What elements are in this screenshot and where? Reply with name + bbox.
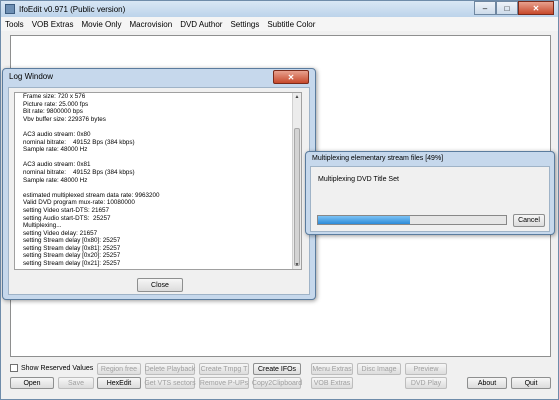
progress-dialog: Multiplexing elementary stream files [49… <box>305 151 555 235</box>
log-line: nominal bitrate: 49152 Bps (384 kbps) <box>23 168 135 176</box>
app-icon <box>5 4 15 14</box>
about-button[interactable]: About <box>467 377 507 389</box>
menu-settings[interactable]: Settings <box>226 20 263 29</box>
log-line: AC3 audio stream: 0x81 <box>23 161 91 169</box>
menu-subtitle-color[interactable]: Subtitle Color <box>263 20 319 29</box>
open-button[interactable]: Open <box>10 377 54 389</box>
get-vts-sectors-button[interactable]: Get VTS sectors <box>144 377 196 389</box>
disc-image-button[interactable]: Disc Image <box>357 363 401 375</box>
show-reserved-label: Show Reserved Values <box>21 364 94 372</box>
menu-tools[interactable]: Tools <box>1 20 28 29</box>
log-line: Frame size: 720 x 576 <box>23 93 86 100</box>
remove-pups-button[interactable]: Remove P-UPs <box>199 377 249 389</box>
create-ifos-button[interactable]: Create IFOs <box>253 363 301 375</box>
quit-button[interactable]: Quit <box>511 377 551 389</box>
menu-movie-only[interactable]: Movie Only <box>77 20 125 29</box>
bottom-controls: Show Reserved Values Region free Delete … <box>1 359 558 399</box>
log-lines: Frame size: 720 x 576 Picture rate: 25.00… <box>15 93 301 268</box>
log-scrollbar[interactable]: ▲ ▼ <box>292 93 301 269</box>
log-line: estimated multiplexed stream data rate: … <box>23 191 160 199</box>
title-bar: IfoEdit v0.971 (Public version) – □ ✕ <box>1 1 558 17</box>
progress-dialog-title: Multiplexing elementary stream files [49… <box>312 155 444 162</box>
create-tmpg-button[interactable]: Create Tmpg T <box>199 363 249 375</box>
delete-playback-button[interactable]: Delete Playback <box>145 363 195 375</box>
checkbox-box[interactable] <box>10 364 18 372</box>
minimize-button[interactable]: – <box>474 1 496 15</box>
log-line: AC3 audio stream: 0x80 <box>23 130 91 138</box>
log-window-title: Log Window <box>9 72 54 81</box>
menu-dvd-author[interactable]: DVD Author <box>176 20 226 29</box>
scroll-thumb[interactable] <box>294 128 300 266</box>
log-textbox[interactable]: Frame size: 720 x 576 Picture rate: 25.00… <box>14 92 302 270</box>
preview-button[interactable]: Preview <box>405 363 447 375</box>
menu-bar: Tools VOB Extras Movie Only Macrovision … <box>1 17 558 31</box>
log-window: Log Window ✕ Frame size: 720 x 576 Pictur… <box>2 68 316 300</box>
progress-bar <box>317 215 507 225</box>
menu-macrovision[interactable]: Macrovision <box>126 20 177 29</box>
region-free-button[interactable]: Region free <box>97 363 141 375</box>
log-line: Valid DVD program mux-rate: 10080000 <box>23 199 135 207</box>
window-title: IfoEdit v0.971 (Public version) <box>19 4 126 14</box>
log-line: setting Video start-DTS: 21657 <box>23 206 109 214</box>
menu-extras-button[interactable]: Menu Extras <box>311 363 353 375</box>
dvd-play-button[interactable]: DVD Play <box>405 377 447 389</box>
log-line: setting Stream delay [0x20]: 25257 <box>23 252 121 260</box>
window-controls: – □ ✕ <box>474 1 554 15</box>
log-line: setting Stream delay [0x80]: 25257 <box>23 237 121 245</box>
log-line: Multiplexing... <box>23 222 62 230</box>
log-line: setting Video delay: 21657 <box>23 229 98 237</box>
log-line: Bit rate: 9800000 bps <box>23 108 83 116</box>
menu-vob-extras[interactable]: VOB Extras <box>28 20 78 29</box>
log-line: Picture rate: 25.000 fps <box>23 100 89 108</box>
log-line: setting Stream delay [0x81]: 25257 <box>23 244 121 252</box>
log-close-button[interactable]: Close <box>137 278 183 292</box>
copy2clipboard-button[interactable]: Copy2Clipboard <box>252 377 302 389</box>
log-line: setting Audio start-DTS: 25257 <box>23 214 111 222</box>
log-window-close-icon[interactable]: ✕ <box>273 70 309 84</box>
progress-dialog-body: Multiplexing DVD Title Set Cancel <box>310 166 550 232</box>
hexedit-button[interactable]: HexEdit <box>97 377 141 389</box>
scroll-up-icon[interactable]: ▲ <box>293 93 301 101</box>
log-line: nominal bitrate: 49152 Bps (384 kbps) <box>23 138 135 146</box>
log-line: setting Stream delay [0x21]: 25257 <box>23 260 121 268</box>
scroll-down-icon[interactable]: ▼ <box>293 261 301 269</box>
progress-fill <box>318 216 411 224</box>
show-reserved-checkbox[interactable]: Show Reserved Values <box>10 364 93 372</box>
save-button[interactable]: Save <box>58 377 94 389</box>
close-window-button[interactable]: ✕ <box>518 1 554 15</box>
log-window-body: Frame size: 720 x 576 Picture rate: 25.00… <box>8 87 310 295</box>
progress-label: Multiplexing DVD Title Set <box>318 176 399 183</box>
vob-extras-button[interactable]: VOB Extras <box>311 377 353 389</box>
log-line: Vbv buffer size: 229376 bytes <box>23 115 106 123</box>
maximize-button[interactable]: □ <box>496 1 518 15</box>
cancel-button[interactable]: Cancel <box>513 214 545 227</box>
log-line: Sample rate: 48000 Hz <box>23 146 88 154</box>
log-line: Sample rate: 48000 Hz <box>23 176 88 184</box>
